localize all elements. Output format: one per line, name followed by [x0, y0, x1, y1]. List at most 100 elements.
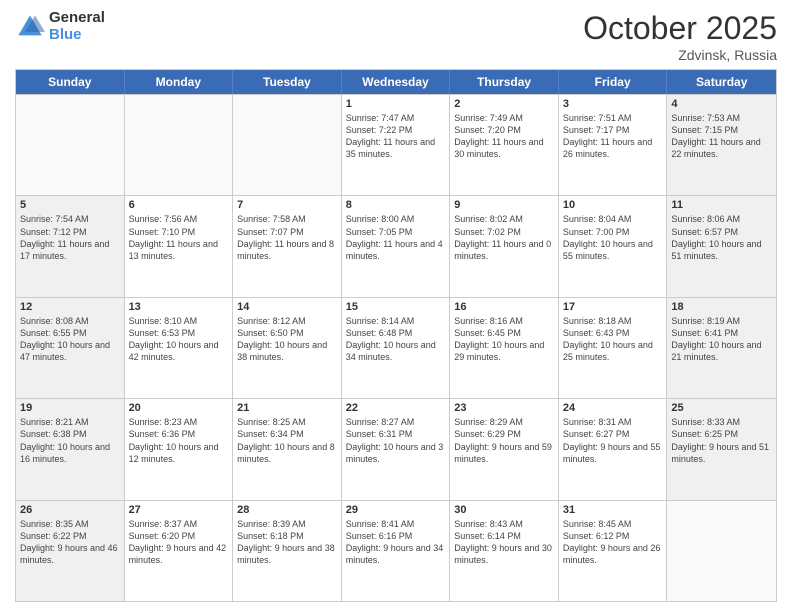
calendar-header: SundayMondayTuesdayWednesdayThursdayFrid… [16, 70, 776, 94]
day-info: Sunrise: 8:37 AM Sunset: 6:20 PM Dayligh… [129, 518, 229, 567]
day-number: 11 [671, 199, 772, 211]
day-info: Sunrise: 8:27 AM Sunset: 6:31 PM Dayligh… [346, 416, 446, 465]
header: General Blue October 2025 Zdvinsk, Russi… [15, 10, 777, 63]
day-number: 25 [671, 402, 772, 414]
day-number: 3 [563, 98, 663, 110]
day-info: Sunrise: 8:45 AM Sunset: 6:12 PM Dayligh… [563, 518, 663, 567]
calendar-cell: 12 Sunrise: 8:08 AM Sunset: 6:55 PM Dayli… [16, 298, 125, 398]
calendar-cell: 17Sunrise: 8:18 AM Sunset: 6:43 PM Dayli… [559, 298, 668, 398]
calendar-cell [667, 501, 776, 601]
day-info: Sunrise: 7:53 AM Sunset: 7:15 PM Dayligh… [671, 112, 772, 161]
day-number: 13 [129, 301, 229, 313]
day-number: 16 [454, 301, 554, 313]
day-info: Sunrise: 7:54 AM Sunset: 7:12 PM Dayligh… [20, 213, 120, 262]
day-info: Sunrise: 8:41 AM Sunset: 6:16 PM Dayligh… [346, 518, 446, 567]
page: General Blue October 2025 Zdvinsk, Russi… [0, 0, 792, 612]
calendar-cell [125, 95, 234, 195]
month-title: October 2025 [583, 10, 777, 47]
day-number: 10 [563, 199, 663, 211]
calendar-cell: 6Sunrise: 7:56 AM Sunset: 7:10 PM Daylig… [125, 196, 234, 296]
calendar-cell: 29 Sunrise: 8:41 AM Sunset: 6:16 PM Dayli… [342, 501, 451, 601]
day-number: 7 [237, 199, 337, 211]
calendar-cell: 18Sunrise: 8:19 AM Sunset: 6:41 PM Dayli… [667, 298, 776, 398]
location: Zdvinsk, Russia [583, 47, 777, 63]
calendar-cell [233, 95, 342, 195]
day-number: 9 [454, 199, 554, 211]
day-info: Sunrise: 7:58 AM Sunset: 7:07 PM Dayligh… [237, 213, 337, 262]
title-section: October 2025 Zdvinsk, Russia [583, 10, 777, 63]
calendar-cell: 26 Sunrise: 8:35 AM Sunset: 6:22 PM Dayli… [16, 501, 125, 601]
day-number: 27 [129, 504, 229, 516]
day-header-wednesday: Wednesday [342, 70, 451, 94]
day-info: Sunrise: 8:14 AM Sunset: 6:48 PM Dayligh… [346, 315, 446, 364]
day-number: 20 [129, 402, 229, 414]
day-header-sunday: Sunday [16, 70, 125, 94]
day-info: Sunrise: 8:19 AM Sunset: 6:41 PM Dayligh… [671, 315, 772, 364]
day-number: 12 [20, 301, 120, 313]
day-info: Sunrise: 8:29 AM Sunset: 6:29 PM Dayligh… [454, 416, 554, 465]
day-info: Sunrise: 8:39 AM Sunset: 6:18 PM Dayligh… [237, 518, 337, 567]
day-number: 19 [20, 402, 120, 414]
day-number: 23 [454, 402, 554, 414]
calendar-row-3: 12 Sunrise: 8:08 AM Sunset: 6:55 PM Dayli… [16, 297, 776, 398]
calendar-row-5: 26 Sunrise: 8:35 AM Sunset: 6:22 PM Dayli… [16, 500, 776, 601]
day-info: Sunrise: 8:35 AM Sunset: 6:22 PM Dayligh… [20, 518, 120, 567]
day-number: 1 [346, 98, 446, 110]
calendar-cell: 16Sunrise: 8:16 AM Sunset: 6:45 PM Dayli… [450, 298, 559, 398]
day-info: Sunrise: 8:18 AM Sunset: 6:43 PM Dayligh… [563, 315, 663, 364]
day-info: Sunrise: 7:56 AM Sunset: 7:10 PM Dayligh… [129, 213, 229, 262]
calendar-row-1: 1 Sunrise: 7:47 AM Sunset: 7:22 PM Daylig… [16, 94, 776, 195]
logo-general-text: General [49, 10, 105, 27]
day-header-tuesday: Tuesday [233, 70, 342, 94]
calendar-cell: 11 Sunrise: 8:06 AM Sunset: 6:57 PM Dayli… [667, 196, 776, 296]
calendar-cell: 31Sunrise: 8:45 AM Sunset: 6:12 PM Dayli… [559, 501, 668, 601]
day-number: 29 [346, 504, 446, 516]
day-number: 26 [20, 504, 120, 516]
day-info: Sunrise: 8:00 AM Sunset: 7:05 PM Dayligh… [346, 213, 446, 262]
day-info: Sunrise: 8:06 AM Sunset: 6:57 PM Dayligh… [671, 213, 772, 262]
day-info: Sunrise: 8:25 AM Sunset: 6:34 PM Dayligh… [237, 416, 337, 465]
logo-text: General Blue [49, 10, 105, 43]
day-number: 8 [346, 199, 446, 211]
logo-blue-text: Blue [49, 27, 105, 44]
day-header-friday: Friday [559, 70, 668, 94]
day-header-thursday: Thursday [450, 70, 559, 94]
day-info: Sunrise: 8:02 AM Sunset: 7:02 PM Dayligh… [454, 213, 554, 262]
calendar-cell: 2Sunrise: 7:49 AM Sunset: 7:20 PM Daylig… [450, 95, 559, 195]
day-header-monday: Monday [125, 70, 234, 94]
calendar-cell: 4 Sunrise: 7:53 AM Sunset: 7:15 PM Daylig… [667, 95, 776, 195]
day-info: Sunrise: 8:12 AM Sunset: 6:50 PM Dayligh… [237, 315, 337, 364]
day-info: Sunrise: 8:43 AM Sunset: 6:14 PM Dayligh… [454, 518, 554, 567]
calendar-cell: 25Sunrise: 8:33 AM Sunset: 6:25 PM Dayli… [667, 399, 776, 499]
calendar-cell: 22 Sunrise: 8:27 AM Sunset: 6:31 PM Dayli… [342, 399, 451, 499]
day-number: 4 [671, 98, 772, 110]
day-number: 30 [454, 504, 554, 516]
calendar-cell: 28 Sunrise: 8:39 AM Sunset: 6:18 PM Dayli… [233, 501, 342, 601]
day-number: 22 [346, 402, 446, 414]
day-info: Sunrise: 8:10 AM Sunset: 6:53 PM Dayligh… [129, 315, 229, 364]
day-number: 28 [237, 504, 337, 516]
calendar-row-2: 5 Sunrise: 7:54 AM Sunset: 7:12 PM Daylig… [16, 195, 776, 296]
day-number: 5 [20, 199, 120, 211]
calendar-cell: 24Sunrise: 8:31 AM Sunset: 6:27 PM Dayli… [559, 399, 668, 499]
day-info: Sunrise: 8:21 AM Sunset: 6:38 PM Dayligh… [20, 416, 120, 465]
calendar-cell: 20 Sunrise: 8:23 AM Sunset: 6:36 PM Dayli… [125, 399, 234, 499]
calendar: SundayMondayTuesdayWednesdayThursdayFrid… [15, 69, 777, 602]
day-info: Sunrise: 8:08 AM Sunset: 6:55 PM Dayligh… [20, 315, 120, 364]
calendar-cell [16, 95, 125, 195]
calendar-row-4: 19 Sunrise: 8:21 AM Sunset: 6:38 PM Dayli… [16, 398, 776, 499]
calendar-cell: 7 Sunrise: 7:58 AM Sunset: 7:07 PM Daylig… [233, 196, 342, 296]
calendar-cell: 3 Sunrise: 7:51 AM Sunset: 7:17 PM Daylig… [559, 95, 668, 195]
day-info: Sunrise: 7:51 AM Sunset: 7:17 PM Dayligh… [563, 112, 663, 161]
day-info: Sunrise: 7:47 AM Sunset: 7:22 PM Dayligh… [346, 112, 446, 161]
logo: General Blue [15, 10, 105, 43]
calendar-cell: 8 Sunrise: 8:00 AM Sunset: 7:05 PM Daylig… [342, 196, 451, 296]
day-number: 14 [237, 301, 337, 313]
day-info: Sunrise: 8:31 AM Sunset: 6:27 PM Dayligh… [563, 416, 663, 465]
day-number: 21 [237, 402, 337, 414]
day-info: Sunrise: 8:23 AM Sunset: 6:36 PM Dayligh… [129, 416, 229, 465]
calendar-cell: 30 Sunrise: 8:43 AM Sunset: 6:14 PM Dayli… [450, 501, 559, 601]
day-info: Sunrise: 8:04 AM Sunset: 7:00 PM Dayligh… [563, 213, 663, 262]
calendar-body: 1 Sunrise: 7:47 AM Sunset: 7:22 PM Daylig… [16, 94, 776, 601]
calendar-cell: 19 Sunrise: 8:21 AM Sunset: 6:38 PM Dayli… [16, 399, 125, 499]
